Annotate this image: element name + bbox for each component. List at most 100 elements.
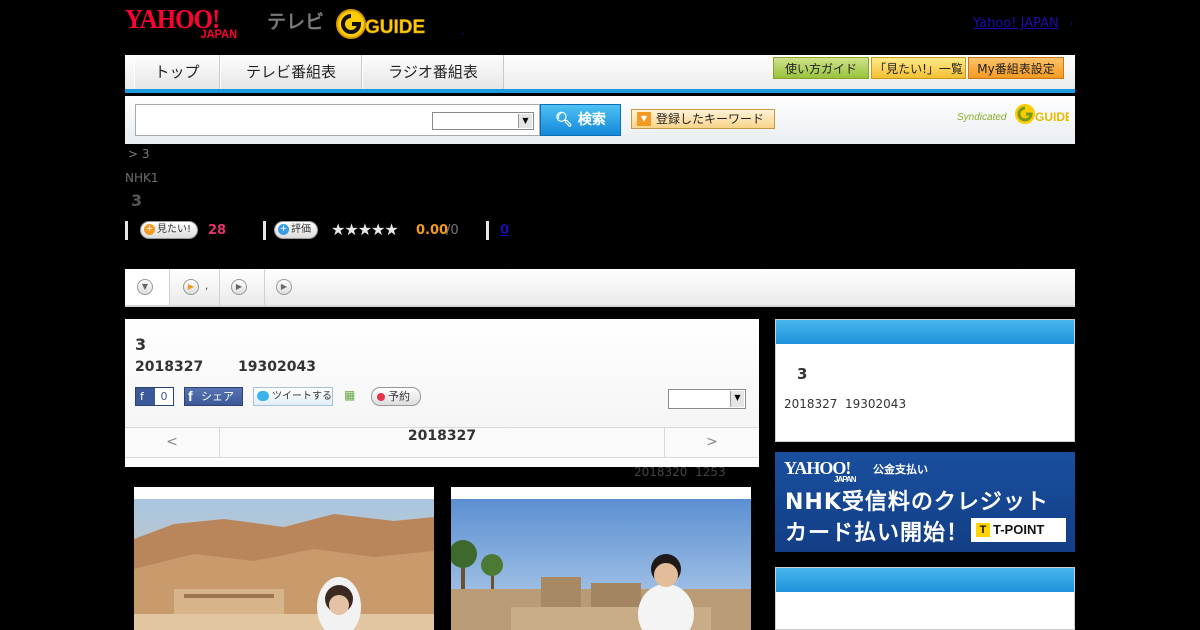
search-category-select[interactable]: ▼	[432, 112, 534, 130]
updated-date: 2018320	[634, 465, 688, 479]
tpoint-label: T-POINT	[993, 522, 1045, 537]
gguide-logo-text: GUIDE	[365, 17, 425, 38]
search-icon: 🔍︎	[555, 112, 573, 128]
program-photo-1[interactable]	[134, 487, 434, 630]
breadcrumb[interactable]: > 3	[128, 147, 150, 161]
program-title: 3	[135, 335, 147, 354]
want-list-button[interactable]: 「見たい!」一覧	[871, 57, 966, 79]
registered-keywords-button[interactable]: ▼ 登録したキーワード	[631, 109, 775, 129]
header-sep: ,	[1070, 16, 1074, 27]
search-button-label: 検索	[577, 112, 606, 128]
review-count-link[interactable]: 0	[500, 223, 509, 238]
want-count: 28	[208, 223, 227, 238]
nhk-payment-banner[interactable]: YAHOO! JAPAN 公金支払い NHK受信料のクレジット カード払い開始！…	[775, 452, 1075, 552]
updated-timestamp: 2018320 1253	[634, 465, 726, 479]
my-listings-settings-button[interactable]: My番組表設定	[968, 57, 1064, 79]
plus-icon: +	[144, 224, 155, 235]
program-stats: + 見たい! 28 + 評価 ★★★★★ 0.00 /0 0	[125, 220, 625, 242]
tab-radio-listings[interactable]: ラジオ番組表	[362, 55, 504, 89]
sidebar-program-box: 3 2018327 19302043	[775, 319, 1075, 442]
updated-time: 1253	[695, 465, 726, 479]
sidebar-program-time: 19302043	[845, 397, 907, 411]
calendar-add-icon[interactable]: ▦	[344, 388, 359, 403]
detail-tabs: ▼ ▶ , ▶ ▶	[125, 269, 1075, 307]
syndicated-gguide-logo: GUIDE	[1015, 104, 1069, 124]
facebook-like-count: 0	[155, 388, 173, 405]
sidebar-header	[776, 568, 1074, 592]
divider	[263, 221, 266, 240]
play-icon: ▶	[183, 279, 199, 295]
divider	[486, 221, 489, 240]
tweet-label: ツイートする	[272, 391, 332, 402]
tab-detail-2-label: ,	[205, 281, 209, 292]
chevron-down-icon: ▼	[730, 391, 744, 407]
guide-button[interactable]: 使い方ガイド	[773, 57, 869, 79]
header-dot: ,	[461, 26, 465, 37]
tweet-button[interactable]: ツイートする	[253, 387, 333, 406]
record-icon	[377, 393, 385, 401]
banner-headline-2: カード払い開始！	[785, 521, 970, 546]
gguide-logo[interactable]: GUIDE	[335, 7, 431, 41]
program-detail-header: 3 2018327 19302043 f 0 f シェア ツイートする ▦ 予約…	[125, 319, 759, 429]
current-date: 2018327	[407, 428, 477, 444]
sidebar-header	[776, 320, 1074, 344]
sidebar-program-date: 2018327	[784, 397, 838, 411]
program-detail-panel: 3 2018327 19302043 f 0 f シェア ツイートする ▦ 予約…	[125, 319, 759, 467]
yahoo-logo-japan: JAPAN	[200, 27, 238, 41]
facebook-icon: f	[188, 388, 193, 404]
svg-text:GUIDE: GUIDE	[1035, 110, 1069, 124]
tab-detail-1[interactable]: ▼	[125, 269, 170, 305]
sidebar-program-title: 3	[797, 365, 808, 383]
rating-stars: ★★★★★	[331, 220, 399, 239]
facebook-like-button[interactable]: f 0	[135, 387, 174, 406]
tab-detail-4[interactable]: ▶	[265, 269, 295, 305]
reserve-button[interactable]: 予約	[371, 387, 421, 406]
page-title: 3	[131, 191, 143, 210]
search-input[interactable]: ▼	[135, 104, 540, 136]
rate-label: 評価	[291, 224, 311, 235]
next-date-button[interactable]: >	[664, 428, 759, 457]
yahoo-japan-logo[interactable]: YAHOO! JAPAN	[125, 6, 237, 42]
chevron-down-icon: ▼	[137, 279, 153, 295]
triangle-icon: ▼	[637, 112, 651, 126]
twitter-bird-icon	[257, 391, 269, 401]
facebook-share-button[interactable]: f シェア	[184, 387, 243, 406]
divider	[125, 221, 128, 240]
want-button[interactable]: + 見たい!	[140, 221, 199, 239]
channel-name: NHK1	[125, 171, 159, 185]
tab-detail-2[interactable]: ▶ ,	[170, 269, 220, 305]
sidebar-box-2	[775, 567, 1075, 630]
date-navigation: < 2018327 >	[125, 427, 759, 458]
banner-service: 公金支払い	[873, 463, 928, 476]
plus-icon: +	[278, 224, 289, 235]
tab-tv-listings[interactable]: テレビ番組表	[220, 55, 362, 89]
facebook-share-label: シェア	[201, 390, 234, 403]
tpoint-icon: T	[976, 523, 990, 537]
chevron-down-icon: ▼	[518, 114, 532, 128]
keyword-button-label: 登録したキーワード	[656, 112, 765, 126]
program-date: 2018327	[135, 359, 204, 375]
rating-score: 0.00	[416, 223, 449, 238]
rate-button[interactable]: + 評価	[274, 221, 318, 239]
banner-logo-sub: JAPAN	[834, 475, 857, 484]
tab-detail-3[interactable]: ▶	[220, 269, 265, 305]
syndicated-label: Syndicated	[957, 112, 1007, 123]
play-icon: ▶	[276, 279, 292, 295]
yahoo-japan-link[interactable]: Yahoo! JAPAN	[973, 16, 1059, 31]
facebook-icon: f	[140, 390, 144, 403]
search-button[interactable]: 🔍︎ 検索	[540, 104, 621, 136]
tv-label: テレビ	[267, 11, 325, 33]
play-icon: ▶	[231, 279, 247, 295]
reserve-select[interactable]: ▼	[668, 389, 746, 409]
main-nav: トップ テレビ番組表 ラジオ番組表 使い方ガイド 「見たい!」一覧 My番組表設…	[125, 55, 1075, 93]
program-photo-2[interactable]	[451, 487, 751, 630]
rating-denominator: /0	[446, 223, 459, 238]
want-label: 見たい!	[157, 224, 192, 235]
egypt-temple-photo	[134, 499, 434, 630]
tpoint-badge: T T-POINT	[971, 518, 1066, 542]
banner-headline-1: NHK受信料のクレジット	[785, 490, 1049, 515]
program-time: 19302043	[238, 359, 316, 375]
prev-date-button[interactable]: <	[125, 428, 220, 457]
header: YAHOO! JAPAN テレビ GUIDE , Yahoo! JAPAN ,	[125, 0, 1075, 50]
tab-top[interactable]: トップ	[134, 55, 220, 89]
